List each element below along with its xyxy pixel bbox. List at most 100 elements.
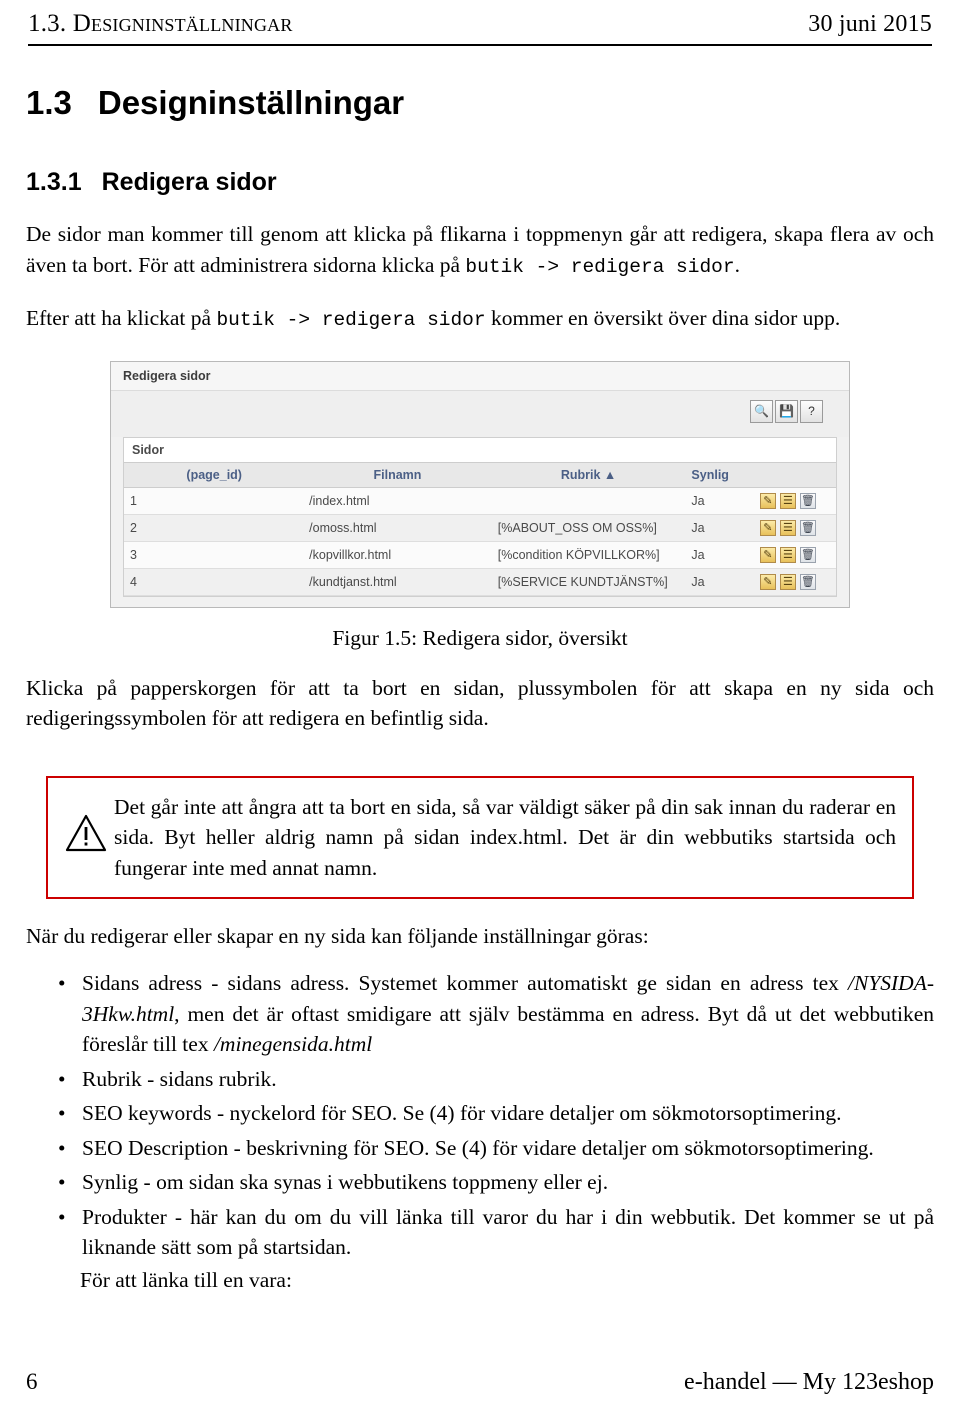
list-icon[interactable]: ☰ <box>779 492 796 509</box>
section-title: Designinställningar <box>97 84 405 121</box>
cell-synlig: Ja <box>685 514 754 542</box>
subsection-number: 1.3.1 <box>26 168 82 196</box>
figure-redigera-sidor: Redigera sidor 🔍 💾 ? Sidor (page_id) Fil… <box>26 360 934 608</box>
list-item: Synlig - om sidan ska synas i webbutiken… <box>58 1167 934 1198</box>
list-item: SEO Description - beskrivning för SEO. S… <box>58 1133 934 1164</box>
section-number: 1.3 <box>26 84 72 121</box>
settings-list: Sidans adress - sidans adress. Systemet … <box>26 968 934 1263</box>
inline-code-butik-redigera-2: butik -> redigera sidor <box>216 309 486 332</box>
list-icon[interactable]: ☰ <box>779 546 796 563</box>
running-header: 1.3. Designinställningar 30 juni 2015 <box>26 0 934 44</box>
cell-rubrik <box>491 487 686 515</box>
cell-actions: ✎ ☰ 🗑 <box>753 487 836 515</box>
cell-actions: ✎ ☰ 🗑 <box>753 541 836 569</box>
col-filnamn[interactable]: Filnamn <box>303 461 492 488</box>
page-number: 6 <box>26 1369 38 1394</box>
panel-label-sidor: Sidor <box>124 437 836 462</box>
trash-icon[interactable]: 🗑 <box>799 492 816 509</box>
list-item: Sidans adress - sidans adress. Systemet … <box>58 968 934 1060</box>
cell-synlig: Ja <box>685 568 754 596</box>
page-footer: 6 e-handel — My 123eshop <box>26 1369 934 1396</box>
cell-filnamn: /omoss.html <box>303 514 492 542</box>
list-item: Produkter - här kan du om du vill länka … <box>58 1202 934 1263</box>
cell-index: 3 <box>124 541 157 569</box>
cell-page-id <box>156 568 304 596</box>
edit-icon[interactable]: ✎ <box>759 519 776 536</box>
col-page-id[interactable]: (page_id) <box>156 461 304 488</box>
subsection-title: Redigera sidor <box>101 168 277 196</box>
table-row[interactable]: 1 /index.html Ja ✎ ☰ 🗑 <box>124 487 836 515</box>
col-actions <box>753 461 836 488</box>
screenshot-titlebar: Redigera sidor <box>111 361 849 391</box>
cell-index: 4 <box>124 568 157 596</box>
col-synlig[interactable]: Synlig <box>685 461 754 488</box>
trash-icon[interactable]: 🗑 <box>799 519 816 536</box>
list-icon[interactable]: ☰ <box>779 519 796 536</box>
subsection-heading: 1.3.1 Redigera sidor <box>26 168 934 197</box>
paragraph-overview-b: kommer en översikt över dina sidor upp. <box>485 306 841 331</box>
pages-table-head: (page_id) Filnamn Rubrik ▲ Synlig <box>124 461 836 488</box>
col-rubrik[interactable]: Rubrik ▲ <box>491 461 686 488</box>
figure-caption: Figur 1.5: Redigera sidor, översikt <box>332 625 628 650</box>
search-icon-glyph: 🔍 <box>754 404 769 419</box>
paragraph-settings-intro: När du redigerar eller skapar en ny sida… <box>26 924 649 949</box>
screenshot-toolbar: 🔍 💾 ? <box>111 390 849 437</box>
footer-right: e-handel — My 123eshop <box>684 1369 934 1395</box>
cell-page-id <box>156 541 304 569</box>
cell-actions: ✎ ☰ 🗑 <box>753 568 836 596</box>
paragraph-intro: De sidor man kommer till genom att klick… <box>26 219 934 281</box>
edit-icon[interactable]: ✎ <box>759 492 776 509</box>
paragraph-overview-a: Efter att ha klickat på <box>26 306 217 331</box>
list-item: SEO keywords - nyckelord för SEO. Se (4)… <box>58 1098 934 1129</box>
running-header-right: 30 juni 2015 <box>808 11 932 37</box>
row-action-icons: ✎ ☰ 🗑 <box>759 546 830 563</box>
paragraph-overview: Efter att ha klickat på butik -> rediger… <box>26 303 934 335</box>
help-icon-glyph: ? <box>808 404 815 419</box>
paragraph-intro-end: . <box>734 252 740 277</box>
screenshot-panel: Redigera sidor 🔍 💾 ? Sidor (page_id) Fil… <box>110 360 850 608</box>
row-action-icons: ✎ ☰ 🗑 <box>759 492 830 509</box>
trash-icon[interactable]: 🗑 <box>799 546 816 563</box>
header-rule <box>28 44 932 46</box>
save-icon[interactable]: 💾 <box>775 399 798 423</box>
inline-code-butik-redigera-1: butik -> redigera sidor <box>465 255 735 278</box>
cell-index: 2 <box>124 514 157 542</box>
trash-icon[interactable]: 🗑 <box>799 573 816 590</box>
cell-filnamn: /index.html <box>303 487 492 515</box>
warning-box: Det går inte att ångra att ta bort en si… <box>46 775 914 900</box>
search-icon[interactable]: 🔍 <box>750 399 773 423</box>
warning-triangle-icon <box>58 792 114 852</box>
cell-actions: ✎ ☰ 🗑 <box>753 514 836 542</box>
edit-icon[interactable]: ✎ <box>759 546 776 563</box>
table-row[interactable]: 4 /kundtjanst.html [%SERVICE KUNDTJÄNST%… <box>124 568 836 596</box>
cell-filnamn: /kopvillkor.html <box>303 541 492 569</box>
document-page: 1.3. Designinställningar 30 juni 2015 1.… <box>0 0 960 1414</box>
cell-synlig: Ja <box>685 541 754 569</box>
cell-rubrik: [%condition KÖPVILLKOR%] <box>491 541 686 569</box>
cell-synlig: Ja <box>685 487 754 515</box>
cell-page-id <box>156 487 304 515</box>
help-icon[interactable]: ? <box>800 399 823 423</box>
pages-table-body: 1 /index.html Ja ✎ ☰ 🗑 2 /omoss.html [%A… <box>124 487 836 596</box>
after-list-text: För att länka till en vara: <box>80 1267 292 1292</box>
screenshot-toolbar-buttons: 🔍 💾 ? <box>748 399 823 423</box>
table-row[interactable]: 3 /kopvillkor.html [%condition KÖPVILLKO… <box>124 541 836 569</box>
cell-rubrik: [%SERVICE KUNDTJÄNST%] <box>491 568 686 596</box>
cell-page-id <box>156 514 304 542</box>
screenshot-body: Sidor (page_id) Filnamn Rubrik ▲ Synlig <box>123 436 837 597</box>
list-icon[interactable]: ☰ <box>779 573 796 590</box>
cell-index: 1 <box>124 487 157 515</box>
pages-table-header-row: (page_id) Filnamn Rubrik ▲ Synlig <box>124 461 836 488</box>
paragraph-icons-explanation: Klicka på papperskorgen för att ta bort … <box>26 675 934 731</box>
row-action-icons: ✎ ☰ 🗑 <box>759 519 830 536</box>
section-heading: 1.3 Designinställningar <box>26 84 934 122</box>
list-item: Rubrik - sidans rubrik. <box>58 1064 934 1095</box>
cell-filnamn: /kundtjanst.html <box>303 568 492 596</box>
edit-icon[interactable]: ✎ <box>759 573 776 590</box>
col-index[interactable] <box>124 461 157 488</box>
pages-table: (page_id) Filnamn Rubrik ▲ Synlig 1 /ind… <box>124 461 836 596</box>
row-action-icons: ✎ ☰ 🗑 <box>759 573 830 590</box>
table-row[interactable]: 2 /omoss.html [%ABOUT_OSS OM OSS%] Ja ✎ … <box>124 514 836 542</box>
save-icon-glyph: 💾 <box>779 404 794 419</box>
warning-text: Det går inte att ångra att ta bort en si… <box>114 794 896 880</box>
